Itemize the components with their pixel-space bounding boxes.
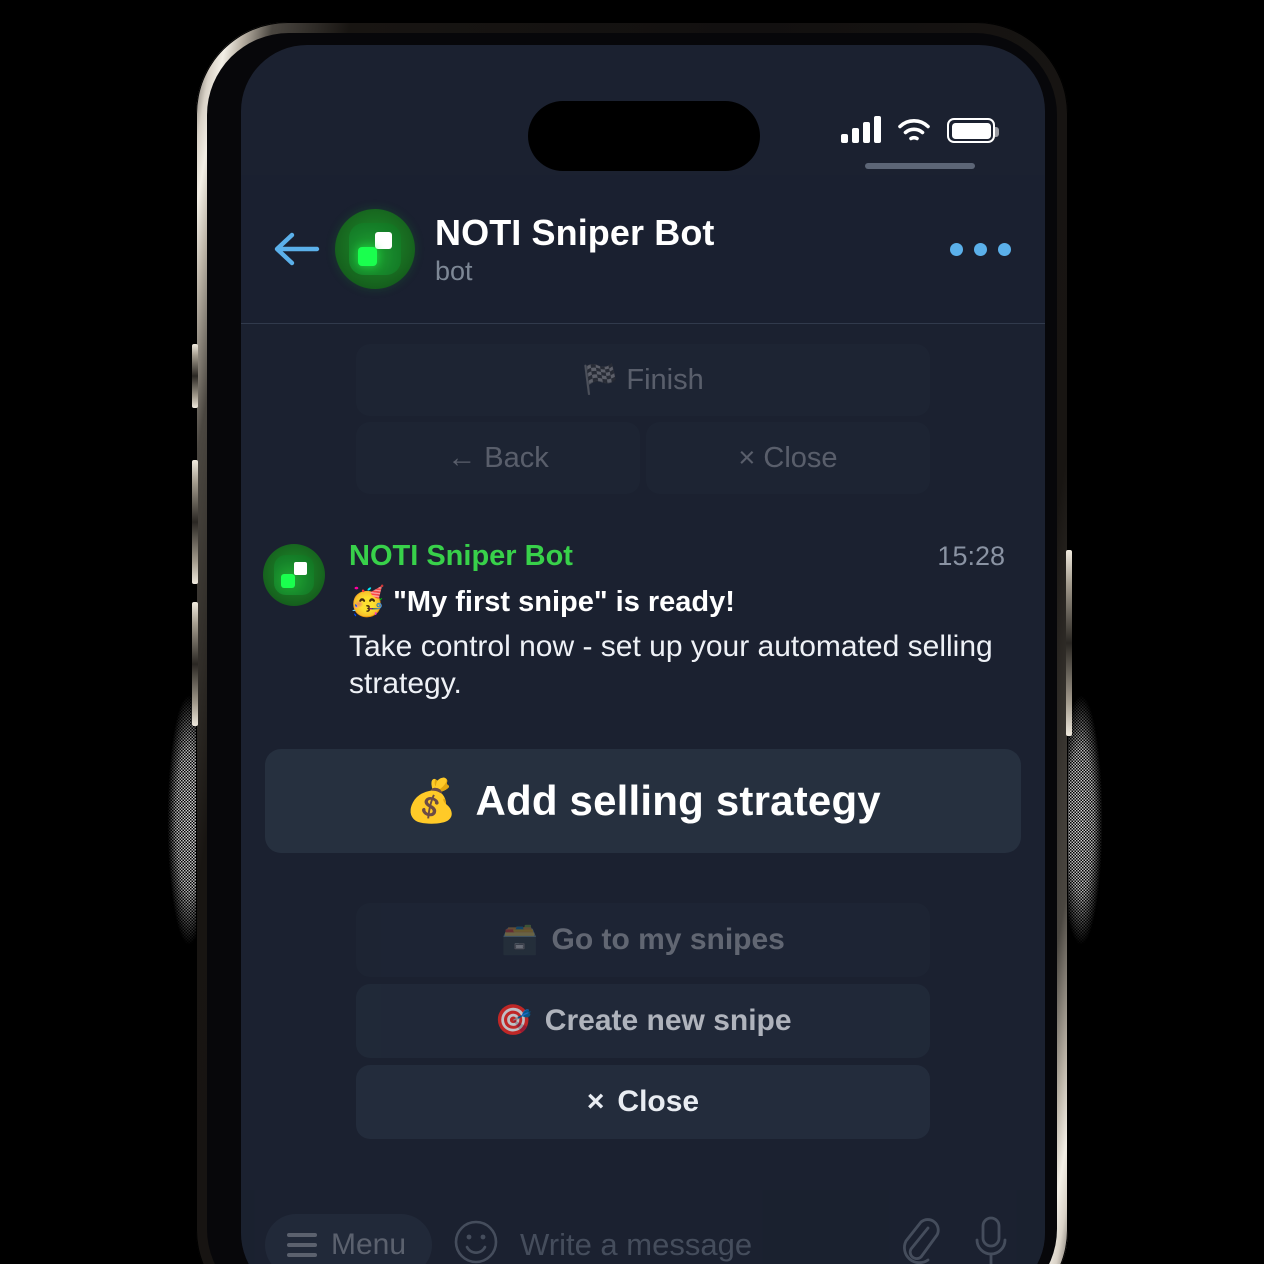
chat-header-text: NOTI Sniper Bot bot [435,212,926,287]
wifi-icon [897,117,931,143]
bot-message: NOTI Sniper Bot 15:28 🥳 "My first snipe"… [241,540,1045,703]
message-timestamp: 15:28 [937,541,1005,571]
chat-message-area: 🏁 Finish ← Back × Close NOTI Sniper Bot … [241,324,1045,1190]
add-selling-strategy-button[interactable]: 💰 Add selling strategy [265,749,1021,854]
close-button[interactable]: × Close [646,422,930,494]
message-header: NOTI Sniper Bot 15:28 [349,540,1005,573]
button-label: Close [617,1085,700,1119]
status-bar-icons [841,116,999,143]
back-button[interactable]: ← Back [356,422,640,494]
screenshot-stage: NOTI Sniper Bot bot 🏁 Finish ← Back × Cl… [0,0,1264,1264]
phone-bezel: NOTI Sniper Bot bot 🏁 Finish ← Back × Cl… [207,33,1057,1264]
chat-header: NOTI Sniper Bot bot [241,175,1045,324]
card-file-box-icon: 🗃️ [501,923,539,957]
button-label: Create new snipe [544,1004,792,1038]
power-button[interactable] [1066,550,1072,736]
hamburger-menu-icon [287,1232,317,1257]
message-author: NOTI Sniper Bot [349,540,573,572]
button-label: Go to my snipes [551,923,785,957]
microphone-icon[interactable] [971,1214,1011,1264]
message-text: Take control now - set up your automated… [349,630,993,701]
bot-avatar-icon[interactable] [263,544,325,606]
volume-down-button[interactable] [192,602,198,726]
previous-inline-keyboard: 🏁 Finish ← Back × Close [356,344,930,494]
finish-button[interactable]: 🏁 Finish [356,344,930,416]
action-button[interactable] [192,344,198,408]
cellular-signal-icon [841,116,881,143]
cta-container: 💰 Add selling strategy [241,749,1045,854]
dynamic-island [528,101,760,171]
phone-frame: NOTI Sniper Bot bot 🏁 Finish ← Back × Cl… [192,22,1072,1264]
inline-keyboard: 🗃️ Go to my snipes 🎯 Create new snipe × … [356,903,930,1140]
go-to-my-snipes-button[interactable]: 🗃️ Go to my snipes [356,903,930,978]
volume-up-button[interactable] [192,460,198,584]
create-new-snipe-button[interactable]: 🎯 Create new snipe [356,984,930,1059]
emoji-smiley-icon[interactable] [452,1218,500,1264]
menu-button[interactable]: Menu [265,1213,433,1264]
cta-label: Add selling strategy [475,777,881,825]
back-arrow-icon[interactable] [263,216,329,282]
close-button[interactable]: × Close [356,1065,930,1140]
message-body: NOTI Sniper Bot 15:28 🥳 "My first snipe"… [349,540,1005,703]
message-input-placeholder[interactable]: Write a message [520,1227,887,1263]
paperclip-icon[interactable] [897,1215,943,1264]
bot-avatar-icon[interactable] [335,209,415,289]
phone-screen: NOTI Sniper Bot bot 🏁 Finish ← Back × Cl… [241,45,1045,1264]
dart-target-icon: 🎯 [494,1004,532,1038]
close-x-icon: × [586,1085,605,1119]
money-bag-icon: 💰 [405,777,458,825]
menu-label: Menu [331,1227,407,1261]
more-options-icon[interactable] [926,223,1035,276]
message-input-bar: Menu Write a message [241,1190,1045,1264]
page-title: NOTI Sniper Bot [435,211,715,253]
message-headline: 🥳 "My first snipe" is ready! [349,586,735,618]
battery-full-icon [947,118,999,143]
previous-keyboard-row: ← Back × Close [356,422,930,494]
chat-subtitle: bot [435,255,473,286]
status-bar-underline [865,163,975,169]
